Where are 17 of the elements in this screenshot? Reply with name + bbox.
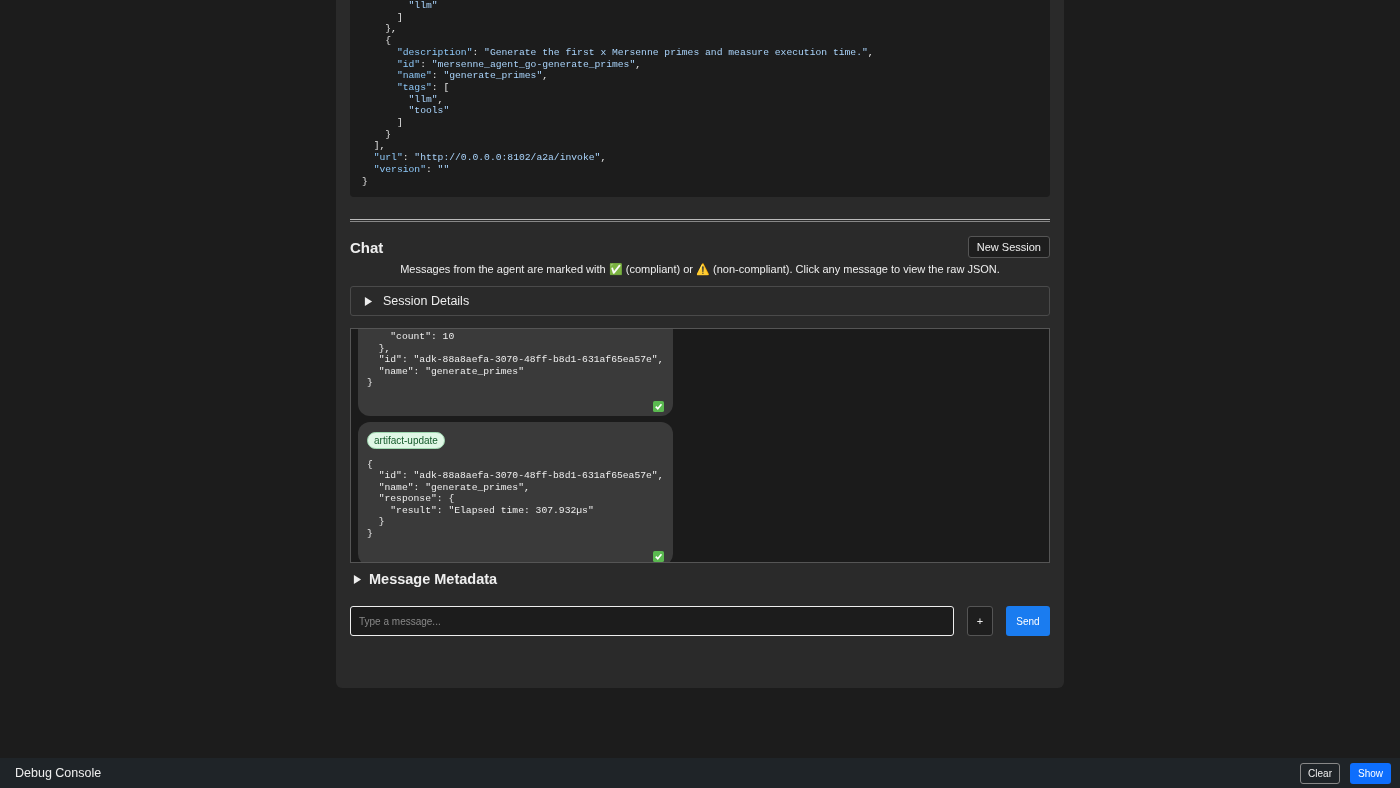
send-button[interactable]: Send xyxy=(1006,606,1050,637)
debug-console-title: Debug Console xyxy=(15,766,103,780)
message-bubble[interactable]: artifact-update { "id": "adk-88a8aefa-3070-48ff-b8d1-631af65ea57e", "name": "generate_primes", "response": { "result": "Elapsed time: 307.932µs" } } xyxy=(358,421,673,563)
message-json: { "id": "adk-88a8aefa-3070-48ff-b8d1-631af65ea57e", "name": "generate_primes", "response": { "result": "Elapsed time: 307.932µs" } } xyxy=(367,458,664,540)
code-block: "llm" ] }, { "description": "Generate the first x Mersenne primes and measure execution time.", "id": "mersenne_agent_go-generate_primes", "name": "generate_primes", "tags": [ "llm", "tools" ] } ], "url": "http://0.0.0.0:8102/a2a/invoke", "version": "" } xyxy=(350,0,1050,198)
message-bubble[interactable]: "count": 10 }, "id": "adk-88a8aefa-3070-48ff-b8d1-631af65ea57e", "name": "generate_primes" } xyxy=(358,329,673,416)
show-button[interactable]: Show xyxy=(1350,762,1391,784)
new-session-button[interactable]: New Session xyxy=(967,236,1050,259)
message-input[interactable]: Type a message... xyxy=(350,606,954,637)
session-details-toggle[interactable]: Session Details xyxy=(350,286,1050,317)
attach-button[interactable]: + xyxy=(967,606,993,637)
chat-title: Chat xyxy=(350,238,384,256)
notice-text: Messages from the agent are marked with ✅ (compliant) or ⚠ (non-compliant). Click any message to view the raw JSON. xyxy=(399,263,1001,277)
message-json: "count": 10 }, "id": "adk-88a8aefa-3070-48ff-b8d1-631af65ea57e", "name": "generate_primes" } xyxy=(367,331,664,389)
message-metadata-toggle[interactable]: Message Metadata xyxy=(350,571,1050,588)
event-tag: artifact-update xyxy=(367,431,445,449)
clear-button[interactable]: Clear xyxy=(1300,762,1340,784)
